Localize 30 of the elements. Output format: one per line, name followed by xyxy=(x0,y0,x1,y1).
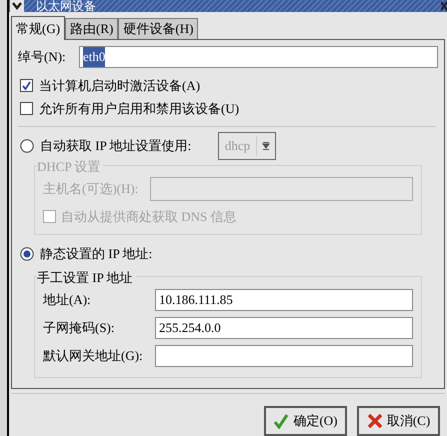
radio-label: 自动获取 IP 地址设置使用: xyxy=(40,137,192,156)
chevron-down-icon[interactable] xyxy=(10,0,24,12)
nickname-field[interactable]: eth0 xyxy=(79,46,438,68)
tab[interactable]: 路由(R) xyxy=(65,18,118,39)
window-title: 以太网设备 xyxy=(36,0,96,12)
field-label: 默认网关地址(G): xyxy=(43,347,144,366)
field-label: 主机名(可选)(H): xyxy=(43,180,140,198)
radio-button[interactable] xyxy=(20,139,34,153)
tab[interactable]: 常规(G) xyxy=(11,16,66,40)
tab[interactable]: 硬件设备(H) xyxy=(118,18,198,39)
dropdown-arrow-icon xyxy=(262,142,270,150)
checkbox-label: 自动从提供商处获取 DNS 信息 xyxy=(61,208,237,226)
input-field[interactable]: 10.186.111.85 xyxy=(155,289,413,311)
checkbox-label: 当计算机启动时激活设备(A) xyxy=(39,76,200,95)
checkbox-label: 允许所有用户启用和禁用该设备(U) xyxy=(39,100,240,118)
close-icon xyxy=(366,413,383,429)
checkmark-icon xyxy=(273,413,290,429)
field-label: 子网掩码(S): xyxy=(43,319,116,338)
field-label: 地址(A): xyxy=(43,291,92,310)
input-field[interactable]: 255.254.0.0 xyxy=(155,317,413,339)
nickname-label: 绰号(N): xyxy=(18,48,67,66)
radio-label: 静态设置的 IP 地址: xyxy=(40,245,152,264)
radio-button[interactable] xyxy=(20,247,34,261)
checkbox[interactable] xyxy=(20,79,33,92)
checkbox[interactable] xyxy=(20,102,33,115)
input-field[interactable] xyxy=(155,345,413,367)
dialog-button[interactable]: 取消(C) xyxy=(357,406,440,436)
close-icon[interactable] xyxy=(441,1,447,11)
field-value: eth0 xyxy=(83,47,106,67)
dialog-button[interactable]: 确定(O) xyxy=(264,406,347,436)
